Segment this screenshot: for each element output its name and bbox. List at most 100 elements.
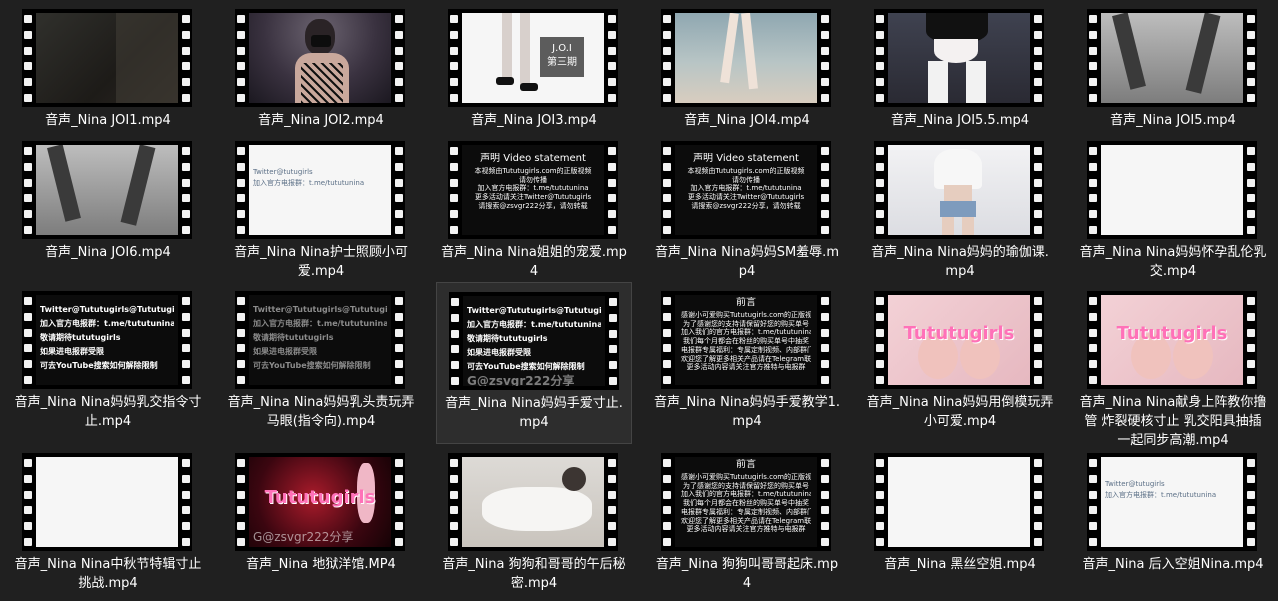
sprocket-hole	[1089, 226, 1097, 234]
file-tile[interactable]: 声明 Video statement 本视频由Tututugirls.com的正版…	[649, 132, 845, 282]
video-thumbnail[interactable]	[22, 453, 192, 551]
social-links: Twitter@tutugirls 加入官方电报群：t.me/tututunina	[1105, 479, 1223, 513]
file-name-label[interactable]: 音声_Nina 黑丝空姐.mp4	[866, 555, 1054, 574]
file-name-label[interactable]: 音声_Nina JOI2.mp4	[227, 111, 415, 130]
file-name-label[interactable]: 音声_Nina Nina护士照顾小可爱.mp4	[227, 243, 415, 281]
video-thumbnail[interactable]	[661, 9, 831, 107]
sprocket-hole	[1089, 538, 1097, 546]
film-sprocket	[661, 291, 673, 389]
video-thumbnail[interactable]: Tututugirls	[874, 291, 1044, 389]
sprocket-hole	[876, 490, 884, 499]
file-name-label[interactable]: 音声_Nina JOI5.mp4	[1079, 111, 1267, 130]
sprocket-hole	[1089, 15, 1097, 23]
video-thumbnail[interactable]	[1087, 141, 1257, 239]
video-thumbnail[interactable]: 前言 感谢小可爱购买Tututugirls.com的正版视频 为了感谢您的支持请保留…	[661, 453, 831, 551]
file-tile[interactable]: 声明 Video statement 本视频由Tututugirls.com的正版…	[436, 132, 632, 282]
sprocket-hole	[1034, 297, 1042, 305]
video-thumbnail[interactable]	[874, 141, 1044, 239]
file-tile[interactable]: Twitter@tutugirls 加入官方电报群：t.me/tututunina…	[1075, 444, 1271, 601]
film-sprocket	[22, 141, 34, 239]
video-thumbnail[interactable]: Twitter@tutugirls 加入官方电报群：t.me/tututunina	[1087, 453, 1257, 551]
file-name-label[interactable]: 音声_Nina 狗狗叫哥哥起床.mp4	[653, 555, 841, 593]
video-thumbnail[interactable]	[874, 453, 1044, 551]
file-tile[interactable]: 前言 感谢小可爱购买Tututugirls.com的正版视频 为了感谢您的支持请保留…	[649, 282, 845, 444]
file-name-label[interactable]: 音声_Nina Nina妈妈怀孕乱伦乳交.mp4	[1079, 243, 1267, 281]
file-tile[interactable]: 音声_Nina Nina妈妈怀孕乱伦乳交.mp4	[1075, 132, 1271, 282]
file-tile[interactable]: Twitter@Tututugirls@Tututugirlshome 加入官方电…	[10, 282, 206, 444]
file-tile[interactable]: 音声_Nina Nina妈妈的瑜伽课.mp4	[862, 132, 1058, 282]
video-thumbnail[interactable]: 声明 Video statement 本视频由Tututugirls.com的正版…	[448, 141, 618, 239]
sprocket-hole	[237, 147, 245, 155]
video-thumbnail[interactable]	[22, 9, 192, 107]
foreword-text: 前言 感谢小可爱购买Tututugirls.com的正版视频 为了感谢您的支持请保留…	[681, 297, 811, 379]
file-name-label[interactable]: 音声_Nina Nina妈妈手爱教学1.mp4	[653, 393, 841, 431]
file-tile[interactable]: 音声_Nina 狗狗和哥哥的午后秘密.mp4	[436, 444, 632, 601]
sprocket-hole	[1247, 522, 1255, 531]
file-tile[interactable]: 音声_Nina JOI5.mp4	[1075, 0, 1271, 132]
sprocket-hole	[1034, 506, 1042, 515]
file-name-label[interactable]: 音声_Nina 后入空姐Nina.mp4	[1079, 555, 1267, 574]
file-name-label[interactable]: 音声_Nina Nina妈妈SM羞辱.mp4	[653, 243, 841, 281]
video-thumbnail[interactable]: Tututugirls G@zsvgr222分享	[235, 453, 405, 551]
file-name-label[interactable]: 音声_Nina Nina妈妈用倒模玩弄小可爱.mp4	[866, 393, 1054, 431]
film-sprocket	[819, 9, 831, 107]
file-name-label[interactable]: 音声_Nina JOI6.mp4	[14, 243, 202, 262]
file-tile[interactable]: J.O.I 第三期音声_Nina JOI3.mp4	[436, 0, 632, 132]
file-tile[interactable]: Twitter@Tututugirls@Tututugirlshome 加入官方电…	[223, 282, 419, 444]
file-tile[interactable]: Tututugirls 音声_Nina Nina献身上阵教你撸管 炸裂硬核寸止 乳…	[1075, 282, 1271, 448]
sprocket-hole	[608, 162, 616, 171]
sprocket-hole	[237, 210, 245, 219]
file-name-label[interactable]: 音声_Nina Nina妈妈乳头责玩弄马眼(指令向).mp4	[227, 393, 415, 431]
file-tile[interactable]: 音声_Nina JOI4.mp4	[649, 0, 845, 132]
file-name-label[interactable]: 音声_Nina JOI1.mp4	[14, 111, 202, 130]
file-name-label[interactable]: 音声_Nina Nina妈妈的瑜伽课.mp4	[866, 243, 1054, 281]
file-name-label[interactable]: 音声_Nina Nina姐姐的宠爱.mp4	[440, 243, 628, 281]
file-name-label[interactable]: 音声_Nina Nina妈妈手爱寸止.mp4	[441, 394, 627, 432]
file-tile[interactable]: 音声_Nina JOI6.mp4	[10, 132, 206, 282]
file-tile[interactable]: 前言 感谢小可爱购买Tututugirls.com的正版视频 为了感谢您的支持请保留…	[649, 444, 845, 601]
sprocket-hole	[182, 62, 190, 71]
video-thumbnail[interactable]	[1087, 9, 1257, 107]
sprocket-hole	[182, 210, 190, 219]
video-thumbnail[interactable]: Twitter@Tututugirls@Tututugirlshome 加入官方电…	[235, 291, 405, 389]
file-name-label[interactable]: 音声_Nina 地狱洋馆.MP4	[227, 555, 415, 574]
file-name-label[interactable]: 音声_Nina Nina中秋节特辑寸止挑战.mp4	[14, 555, 202, 593]
file-tile[interactable]: Tututugirls 音声_Nina Nina妈妈用倒模玩弄小可爱.mp4	[862, 282, 1058, 444]
file-tile[interactable]: 音声_Nina JOI5.5.mp4	[862, 0, 1058, 132]
file-tile[interactable]: 音声_Nina 黑丝空姐.mp4	[862, 444, 1058, 601]
file-tile[interactable]: Tututugirls G@zsvgr222分享音声_Nina 地狱洋馆.MP4	[223, 444, 419, 601]
video-thumbnail[interactable]	[22, 141, 192, 239]
file-name-label[interactable]: 音声_Nina 狗狗和哥哥的午后秘密.mp4	[440, 555, 628, 593]
sprocket-hole	[237, 474, 245, 483]
file-name-label[interactable]: 音声_Nina Nina妈妈乳交指令寸止.mp4	[14, 393, 202, 431]
video-thumbnail[interactable]: Twitter@Tututugirls@Tututugirlshome 加入官方电…	[449, 292, 619, 390]
video-thumbnail[interactable]: Twitter@Tututugirls@Tututugirlshome 加入官方电…	[22, 291, 192, 389]
video-thumbnail-frame	[888, 13, 1030, 103]
leg-shape	[741, 13, 758, 90]
file-name-label[interactable]: 音声_Nina JOI3.mp4	[440, 111, 628, 130]
file-name-label[interactable]: 音声_Nina JOI5.5.mp4	[866, 111, 1054, 130]
file-tile[interactable]: 音声_Nina JOI1.mp4	[10, 0, 206, 132]
video-thumbnail[interactable]: J.O.I 第三期	[448, 9, 618, 107]
sprocket-hole	[237, 506, 245, 515]
sprocket-hole	[450, 15, 458, 23]
video-thumbnail[interactable]: 声明 Video statement 本视频由Tututugirls.com的正版…	[661, 141, 831, 239]
file-tile[interactable]: Twitter@Tututugirls@Tututugirlshome 加入官方电…	[436, 282, 632, 444]
film-sprocket	[1087, 453, 1099, 551]
video-thumbnail[interactable]: Tututugirls	[1087, 291, 1257, 389]
video-thumbnail[interactable]	[448, 453, 618, 551]
video-thumbnail[interactable]: Twitter@tutugirls 加入官方电报群：t.me/tututunina	[235, 141, 405, 239]
file-tile[interactable]: 音声_Nina JOI2.mp4	[223, 0, 419, 132]
film-sprocket	[449, 292, 461, 390]
stocking-shape	[966, 61, 986, 103]
video-thumbnail[interactable]	[874, 9, 1044, 107]
file-name-label[interactable]: 音声_Nina JOI4.mp4	[653, 111, 841, 130]
video-thumbnail-frame: Tututugirls	[1101, 295, 1243, 385]
file-name-label[interactable]: 音声_Nina Nina献身上阵教你撸管 炸裂硬核寸止 乳交阳具抽插一起同步高潮…	[1079, 393, 1267, 450]
file-tile[interactable]: 音声_Nina Nina中秋节特辑寸止挑战.mp4	[10, 444, 206, 601]
video-thumbnail[interactable]	[235, 9, 405, 107]
video-thumbnail[interactable]: 前言 感谢小可爱购买Tututugirls.com的正版视频 为了感谢您的支持请保留…	[661, 291, 831, 389]
foreword-text: 前言 感谢小可爱购买Tututugirls.com的正版视频 为了感谢您的支持请保留…	[681, 459, 811, 541]
file-tile[interactable]: Twitter@tutugirls 加入官方电报群：t.me/tututunina…	[223, 132, 419, 282]
film-sprocket	[1032, 141, 1044, 239]
